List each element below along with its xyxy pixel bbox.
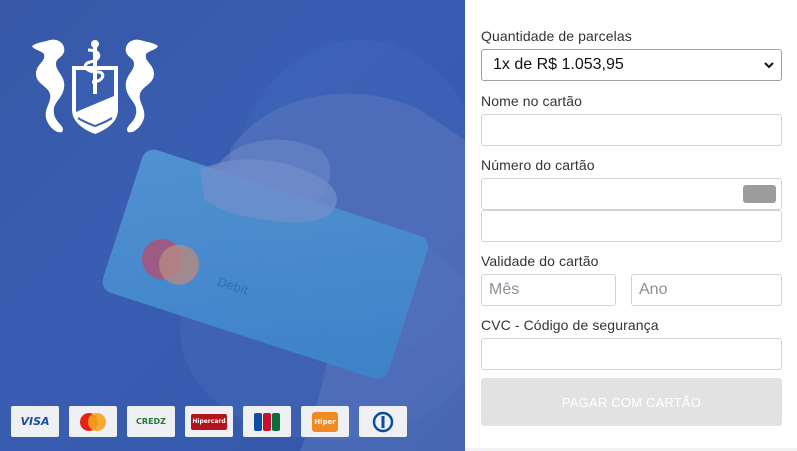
expiry-month-input[interactable]: Mês	[481, 274, 616, 306]
diners-club-icon	[372, 411, 394, 432]
cardholder-name-input[interactable]	[481, 114, 782, 146]
card-payment-form: Quantidade de parcelas 1x de R$ 1.053,95…	[465, 0, 797, 451]
card-number-label: Número do cartão	[481, 157, 595, 173]
card-photo-panel: Debit VISA CREDZ Hipercard Hiper	[0, 0, 465, 451]
mastercard-logo	[69, 406, 117, 437]
cvc-label: CVC - Código de segurança	[481, 317, 659, 333]
credz-logo-text: CREDZ	[136, 417, 166, 426]
installments-selected-value: 1x de R$ 1.053,95	[493, 56, 624, 73]
expiry-year-input[interactable]: Ano	[631, 274, 782, 306]
card-brand-indicator-icon	[743, 185, 776, 203]
hipercard-badge: Hipercard	[191, 413, 227, 430]
diners-logo	[359, 406, 407, 437]
chevron-down-icon	[764, 62, 774, 69]
card-number-extra-input[interactable]	[481, 210, 782, 242]
hipercard-logo: Hipercard	[185, 406, 233, 437]
cardholder-name-label: Nome no cartão	[481, 93, 583, 109]
installments-select[interactable]: 1x de R$ 1.053,95	[481, 49, 782, 81]
hiper-logo-text: Hiper	[314, 417, 336, 426]
mastercard-icon	[80, 412, 106, 431]
payment-page: Debit VISA CREDZ Hipercard Hiper Quantid…	[0, 0, 797, 451]
visa-logo-text: VISA	[20, 415, 50, 428]
hipercard-logo-text: Hipercard	[192, 418, 226, 425]
card-number-input[interactable]	[481, 178, 782, 210]
hiper-badge: Hiper	[312, 411, 338, 432]
cvc-input[interactable]	[481, 338, 782, 370]
cvc-value	[482, 345, 489, 362]
hiper-logo: Hiper	[301, 406, 349, 437]
card-number-value	[482, 185, 489, 202]
seahorse-emblem-logo	[32, 39, 158, 134]
visa-logo: VISA	[11, 406, 59, 437]
installments-label: Quantidade de parcelas	[481, 28, 632, 44]
expiry-label: Validade do cartão	[481, 253, 599, 269]
cardholder-name-value	[482, 121, 489, 138]
jcb-logo	[243, 406, 291, 437]
pay-with-card-button[interactable]: PAGAR COM CARTÃO	[481, 378, 782, 426]
expiry-month-placeholder: Mês	[489, 281, 520, 298]
jcb-icon	[254, 412, 280, 431]
accepted-card-brands: VISA CREDZ Hipercard Hiper	[11, 406, 407, 437]
credz-logo: CREDZ	[127, 406, 175, 437]
expiry-year-placeholder: Ano	[639, 281, 668, 298]
